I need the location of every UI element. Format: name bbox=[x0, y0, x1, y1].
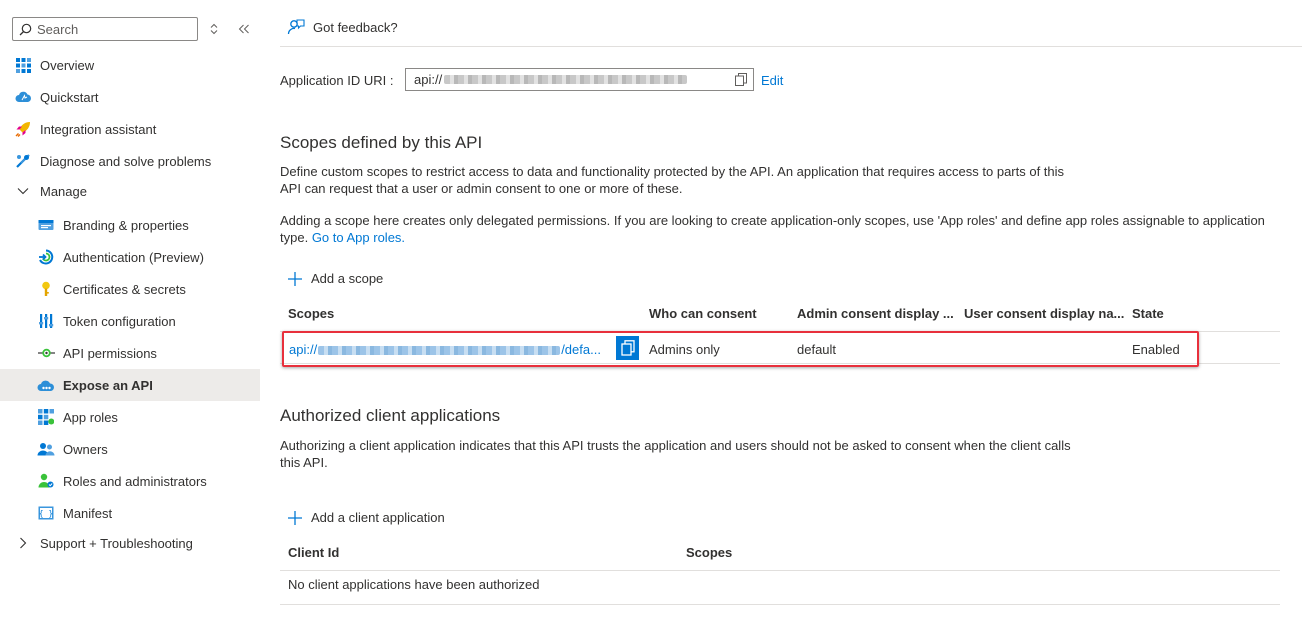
scope-suffix: /defa... bbox=[561, 342, 601, 357]
sidebar-item-quickstart[interactable]: Quickstart bbox=[0, 81, 260, 113]
cloud-api-icon bbox=[37, 376, 55, 394]
sidebar-item-label: Roles and administrators bbox=[63, 473, 207, 489]
sidebar-item-label: Owners bbox=[63, 441, 108, 457]
wrench-icon bbox=[14, 152, 32, 170]
copy-icon[interactable] bbox=[735, 73, 747, 89]
redacted-app-id bbox=[444, 75, 688, 84]
scopes-delegated-note: Adding a scope here creates only delegat… bbox=[280, 212, 1280, 246]
sidebar-item-label: Certificates & secrets bbox=[63, 281, 186, 297]
column-header-state[interactable]: State bbox=[1132, 306, 1164, 321]
sidebar-item-label: Expose an API bbox=[63, 377, 153, 393]
branding-card-icon bbox=[37, 216, 55, 234]
add-scope-button[interactable]: Add a scope bbox=[288, 271, 383, 286]
add-client-application-button[interactable]: Add a client application bbox=[288, 510, 445, 525]
sidebar-item-certificates[interactable]: Certificates & secrets bbox=[0, 273, 260, 305]
column-header-who-can-consent[interactable]: Who can consent bbox=[649, 306, 757, 321]
sort-toggle-icon[interactable] bbox=[204, 19, 224, 39]
empty-clients-message: No client applications have been authori… bbox=[288, 577, 540, 592]
manifest-icon: { } bbox=[37, 504, 55, 522]
redacted-scope-id bbox=[318, 346, 561, 356]
app-roles-grid-icon bbox=[37, 408, 55, 426]
sidebar-item-token-configuration[interactable]: Token configuration bbox=[0, 305, 260, 337]
plus-icon bbox=[288, 510, 302, 525]
sidebar-item-owners[interactable]: Owners bbox=[0, 433, 260, 465]
table-divider bbox=[280, 570, 1280, 571]
owners-people-icon bbox=[37, 440, 55, 458]
sidebar-item-overview[interactable]: Overview bbox=[0, 49, 260, 81]
sidebar-item-label: API permissions bbox=[63, 345, 157, 361]
sidebar-item-roles-and-administrators[interactable]: Roles and administrators bbox=[0, 465, 260, 497]
scopes-delegated-text: Adding a scope here creates only delegat… bbox=[280, 213, 1265, 245]
sidebar-item-manifest[interactable]: { } Manifest bbox=[0, 497, 260, 529]
sidebar-item-label: Quickstart bbox=[40, 89, 99, 105]
feedback-button[interactable]: Got feedback? bbox=[287, 18, 398, 36]
column-header-client-id[interactable]: Client Id bbox=[288, 545, 339, 560]
sidebar-item-diagnose[interactable]: Diagnose and solve problems bbox=[0, 145, 260, 177]
table-divider bbox=[280, 363, 1280, 364]
app-id-uri-label: Application ID URI : bbox=[280, 73, 394, 88]
search-icon bbox=[19, 23, 32, 35]
column-header-scopes[interactable]: Scopes bbox=[288, 306, 334, 321]
scope-prefix: api:// bbox=[289, 342, 318, 357]
sidebar-item-label: Authentication (Preview) bbox=[63, 249, 204, 265]
sidebar-item-expose-an-api[interactable]: Expose an API bbox=[0, 369, 260, 401]
edit-app-id-link[interactable]: Edit bbox=[761, 73, 783, 88]
sidebar-item-api-permissions[interactable]: API permissions bbox=[0, 337, 260, 369]
table-divider bbox=[280, 604, 1280, 605]
sidebar-item-label: Manage bbox=[40, 183, 87, 199]
command-bar: Got feedback? bbox=[280, 0, 1302, 47]
admin-consent-cell: default bbox=[797, 342, 837, 357]
overview-grid-icon bbox=[14, 56, 32, 74]
app-id-uri-field[interactable]: api:// bbox=[405, 68, 754, 91]
scopes-section-title: Scopes defined by this API bbox=[280, 133, 483, 152]
token-bars-icon bbox=[37, 312, 55, 330]
who-can-consent-cell: Admins only bbox=[649, 342, 720, 357]
column-header-admin-consent[interactable]: Admin consent display ... bbox=[797, 306, 954, 321]
state-cell: Enabled bbox=[1132, 342, 1180, 357]
collapse-sidebar-icon[interactable] bbox=[234, 19, 254, 39]
cloud-quickstart-icon bbox=[14, 88, 32, 106]
clients-description: Authorizing a client application indicat… bbox=[280, 438, 1071, 470]
clients-section-title: Authorized client applications bbox=[280, 406, 501, 425]
column-header-user-consent[interactable]: User consent display na... bbox=[964, 306, 1124, 321]
authentication-icon bbox=[37, 248, 55, 266]
sidebar-group-support[interactable]: Support + Troubleshooting bbox=[0, 527, 260, 559]
feedback-label: Got feedback? bbox=[313, 19, 398, 35]
table-divider bbox=[280, 331, 1280, 332]
roles-admin-icon bbox=[37, 472, 55, 490]
app-id-uri-prefix: api:// bbox=[414, 72, 443, 87]
sidebar-item-label: Integration assistant bbox=[40, 121, 157, 137]
add-scope-label: Add a scope bbox=[311, 271, 384, 286]
sidebar-item-app-roles[interactable]: App roles bbox=[0, 401, 260, 433]
copy-icon bbox=[620, 340, 635, 356]
sidebar-item-label: Manifest bbox=[63, 505, 113, 521]
sidebar-item-label: Diagnose and solve problems bbox=[40, 153, 212, 169]
go-to-app-roles-link[interactable]: Go to App roles. bbox=[312, 230, 405, 245]
svg-text:{ }: { } bbox=[39, 509, 53, 518]
sidebar-group-manage[interactable]: Manage bbox=[0, 175, 260, 207]
plus-icon bbox=[288, 271, 302, 286]
sidebar-item-integration-assistant[interactable]: Integration assistant bbox=[0, 113, 260, 145]
search-input[interactable] bbox=[37, 21, 187, 37]
api-permissions-icon bbox=[37, 344, 55, 362]
sidebar-item-authentication[interactable]: Authentication (Preview) bbox=[0, 241, 260, 273]
sidebar-item-label: Overview bbox=[40, 57, 95, 73]
feedback-icon bbox=[287, 19, 305, 35]
rocket-icon bbox=[14, 120, 32, 138]
sidebar-item-label: Branding & properties bbox=[63, 217, 189, 233]
add-client-application-label: Add a client application bbox=[311, 510, 445, 525]
chevron-right-icon bbox=[14, 534, 32, 552]
sidebar-item-label: Token configuration bbox=[63, 313, 176, 329]
key-icon bbox=[37, 280, 55, 298]
copy-scope-button[interactable] bbox=[616, 336, 639, 360]
column-header-client-scopes[interactable]: Scopes bbox=[686, 545, 732, 560]
sidebar-item-branding[interactable]: Branding & properties bbox=[0, 209, 260, 241]
scopes-description: Define custom scopes to restrict access … bbox=[280, 164, 1065, 196]
sidebar-item-label: App roles bbox=[63, 409, 118, 425]
search-box[interactable] bbox=[12, 17, 198, 41]
chevron-down-icon bbox=[14, 182, 32, 200]
scope-link[interactable]: api:// /defa... bbox=[289, 342, 601, 357]
sidebar-item-label: Support + Troubleshooting bbox=[40, 535, 193, 551]
sidebar: Overview Quickstart Integration assistan… bbox=[0, 0, 260, 626]
